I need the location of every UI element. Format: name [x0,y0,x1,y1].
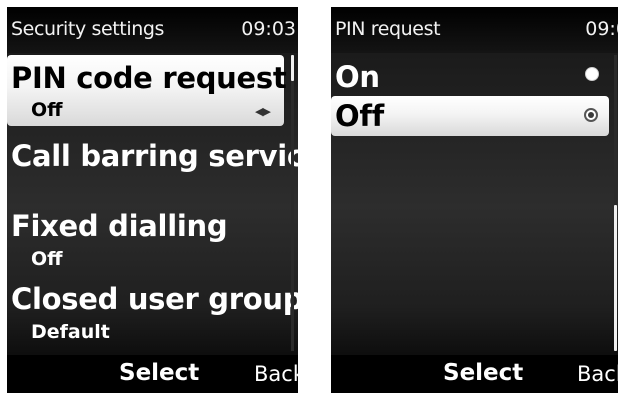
status-bar: PIN request 09:08 [331,7,618,53]
select-softkey[interactable]: Select [443,360,523,386]
screen-title: PIN request [335,18,441,40]
screen-title: Security settings [11,18,165,40]
security-settings-screen: Security settings 09:03 PIN code request… [7,7,298,393]
scrollbar[interactable] [291,55,294,351]
list-item-title: Fixed dialling [11,209,228,243]
back-softkey[interactable]: Back [254,362,298,386]
list-item-fixed-dialling[interactable]: Fixed dialling Off [7,207,284,277]
option-label: Off [335,99,384,133]
list-item-value: Off [31,248,63,270]
scroll-thumb[interactable] [614,205,617,351]
option-off[interactable]: Off [331,96,609,136]
option-label: On [335,60,380,94]
list-item-call-barring-service[interactable]: Call barring service [7,135,298,195]
list-item-pin-code-request[interactable]: PIN code request Off ◀▶ [7,55,287,126]
left-right-arrows-icon: ◀▶ [255,105,271,118]
pin-request-screen: PIN request 09:08 On Off Select Back [331,7,618,393]
radio-button-icon[interactable] [585,67,599,81]
select-softkey[interactable]: Select [119,360,199,386]
scrollbar[interactable] [614,55,617,351]
radio-button-icon[interactable] [584,108,598,122]
softkey-bar: Select Back [331,355,618,393]
option-on[interactable]: On [331,57,611,97]
softkey-bar: Select Back [7,355,298,393]
status-bar: Security settings 09:03 [7,7,298,53]
list-item-closed-user-group[interactable]: Closed user group Default [7,282,298,352]
clock: 09:08 [585,18,618,40]
list-item-title: Closed user group [11,282,298,316]
list-item-title: Call barring service [11,139,298,173]
list-item-title: PIN code request [11,61,287,95]
back-softkey[interactable]: Back [577,362,618,386]
clock: 09:03 [241,18,296,40]
list-item-value: Off [31,99,63,121]
scroll-thumb[interactable] [291,55,294,81]
list-item-value: Default [31,321,110,343]
